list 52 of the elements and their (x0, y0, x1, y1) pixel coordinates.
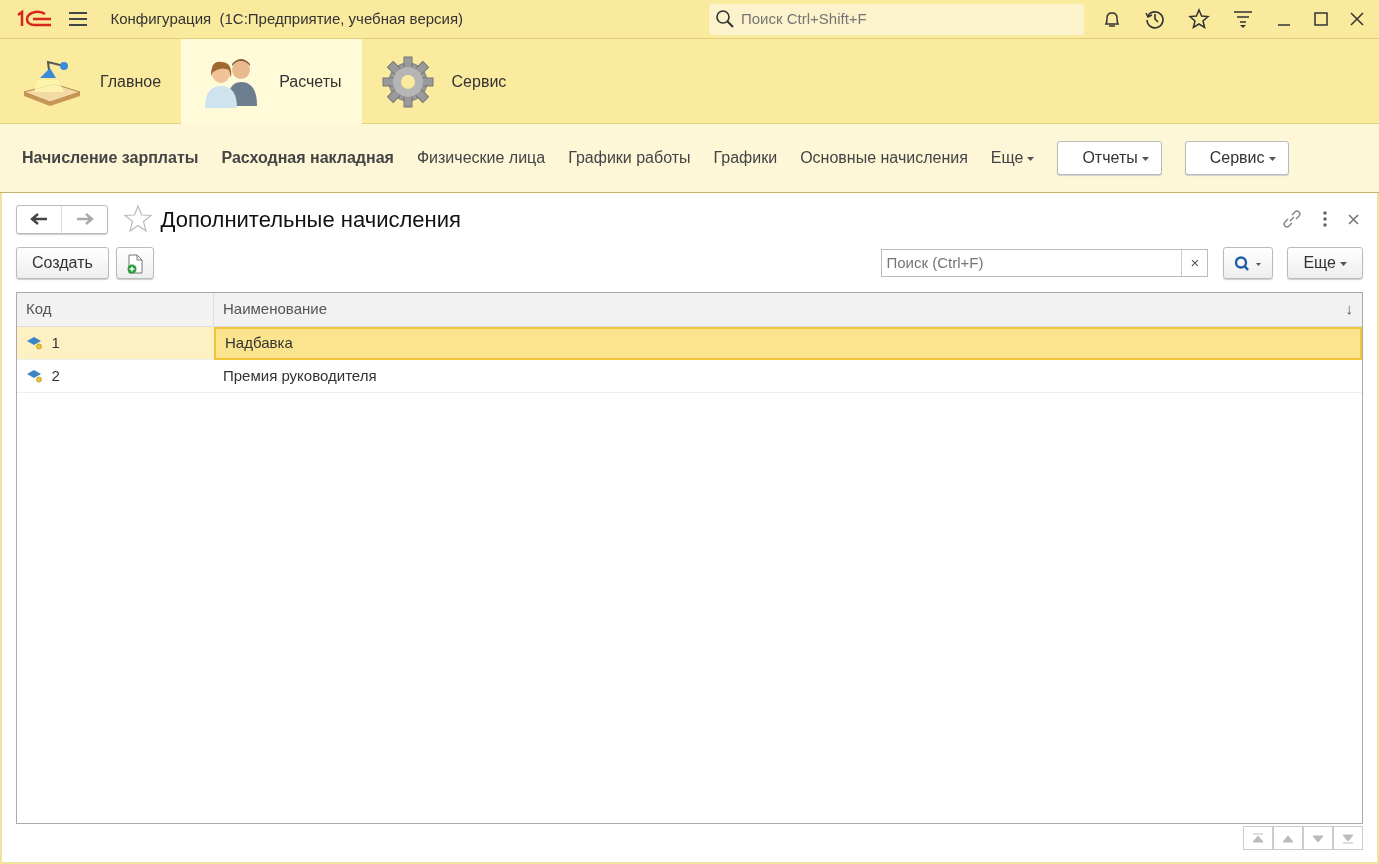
caret-icon (1268, 156, 1276, 161)
table-cell-text: 1 (51, 332, 60, 353)
window-title: Конфигурация (1С:Предприятие, учебная версия) (110, 8, 464, 29)
search-icon[interactable] (715, 9, 735, 29)
global-search-field[interactable]: Поиск Ctrl+Shift+F (709, 3, 1084, 35)
section-tab[interactable]: Сервис (361, 39, 527, 124)
menu-button[interactable]: Сервис (1184, 141, 1289, 175)
clear-button[interactable]: × (1181, 250, 1208, 276)
star-icon[interactable] (1188, 8, 1210, 30)
menu-icon[interactable] (68, 11, 88, 27)
more-options-icon[interactable] (1322, 211, 1328, 227)
sort-arrow: ↓ (1345, 299, 1353, 320)
favorite-star-icon[interactable] (123, 204, 153, 234)
logo-icon[interactable] (15, 9, 53, 29)
nav-link[interactable]: Графики работы (568, 146, 691, 170)
history-icon[interactable] (1144, 8, 1166, 30)
nav-link[interactable]: Начисление зарплаты (22, 146, 199, 170)
caret-icon (1340, 261, 1347, 266)
more-button[interactable]: Еще (1287, 247, 1363, 279)
caret-icon (1141, 156, 1149, 161)
search-field[interactable]: Поиск (Ctrl+F) × (881, 249, 1209, 277)
catalog-item-icon (26, 336, 44, 350)
column-header[interactable]: Наименование ↓ (214, 293, 1362, 327)
table-row[interactable]: 2 Премия руководителя (17, 360, 1362, 393)
nav-link[interactable]: Расходная накладная (221, 146, 394, 170)
gear-icon (381, 55, 434, 108)
form-title: Дополнительные начисления (160, 205, 461, 234)
link-icon[interactable] (1282, 209, 1302, 229)
table-cell-text: Премия руководителя (223, 365, 377, 386)
section-tab[interactable]: Главное (0, 39, 182, 124)
more-link[interactable]: Еще (990, 146, 1035, 170)
nav-link[interactable]: Физические лица (416, 146, 546, 170)
menu-button[interactable]: Отчеты (1057, 141, 1162, 175)
filter-icon[interactable] (1232, 9, 1254, 29)
table-cell-text: Надбавка (225, 333, 293, 354)
column-header[interactable]: Код (17, 293, 214, 327)
section-tab[interactable]: Расчеты (181, 39, 362, 124)
catalog-item-icon (26, 369, 44, 383)
table-cell-text: 2 (51, 365, 60, 386)
close-icon[interactable] (1350, 12, 1364, 26)
create-button[interactable]: Создать (16, 247, 109, 279)
document-add-icon (126, 253, 143, 274)
bell-icon[interactable] (1102, 9, 1122, 29)
nav-link[interactable]: Графики (713, 146, 778, 170)
copy-button[interactable] (115, 247, 154, 279)
maximize-icon[interactable] (1314, 12, 1328, 26)
caret-icon (1027, 156, 1035, 161)
close-icon[interactable] (1348, 213, 1359, 225)
search-button[interactable] (1222, 247, 1273, 279)
search-icon (1233, 255, 1262, 272)
nav-link[interactable]: Основные начисления (800, 146, 968, 170)
search-input[interactable]: Поиск Ctrl+Shift+F (739, 6, 1078, 32)
